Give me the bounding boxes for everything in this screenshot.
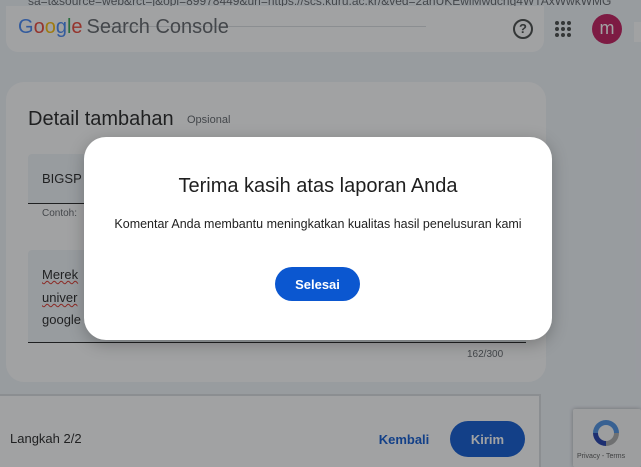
dialog-message: Komentar Anda membantu meningkatkan kual…: [114, 217, 522, 231]
done-button[interactable]: Selesai: [275, 267, 360, 301]
dialog-title: Terima kasih atas laporan Anda: [178, 175, 458, 197]
thank-you-dialog: Terima kasih atas laporan Anda Komentar …: [84, 137, 552, 340]
